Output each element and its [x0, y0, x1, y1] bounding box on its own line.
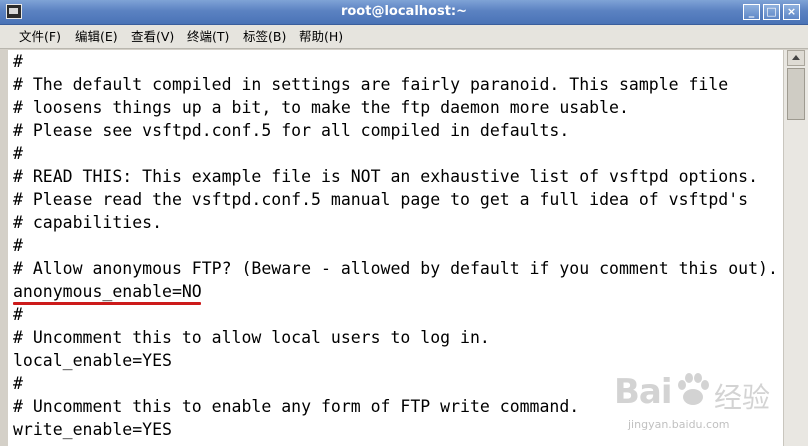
- menu-edit[interactable]: 编辑(E): [75, 28, 118, 46]
- watermark-logo-text: Bai: [614, 372, 673, 412]
- menu-tabs[interactable]: 标签(B): [243, 28, 286, 46]
- terminal-line: # loosens things up a bit, to make the f…: [13, 98, 629, 117]
- anonymous-enable-setting: anonymous_enable=NO: [13, 282, 202, 301]
- scroll-up-arrow-icon[interactable]: [787, 50, 805, 66]
- terminal-line: # Allow anonymous FTP? (Beware - allowed…: [13, 259, 778, 278]
- terminal-line: # The default compiled in settings are f…: [13, 75, 729, 94]
- paw-icon: [678, 373, 709, 405]
- terminal-window: root@localhost:~ _ □ × 文件(F) 编辑(E) 查看(V)…: [0, 0, 808, 446]
- menu-file[interactable]: 文件(F): [19, 28, 61, 46]
- maximize-icon: □: [766, 5, 777, 18]
- menu-bar: 文件(F) 编辑(E) 查看(V) 终端(T) 标签(B) 帮助(H): [0, 25, 808, 49]
- terminal-line: #: [13, 52, 23, 71]
- maximize-button[interactable]: □: [763, 4, 780, 20]
- window-title: root@localhost:~: [340, 4, 468, 19]
- title-bar[interactable]: root@localhost:~ _ □ ×: [0, 0, 808, 25]
- terminal-line: #: [13, 305, 23, 324]
- terminal-line: #: [13, 236, 23, 255]
- watermark-brand: 经验: [714, 381, 771, 414]
- minimize-button[interactable]: _: [743, 4, 760, 20]
- menu-help[interactable]: 帮助(H): [299, 28, 343, 46]
- menu-terminal[interactable]: 终端(T): [187, 28, 229, 46]
- baidu-watermark: Bai 经验 jingyan.baidu.com: [614, 370, 790, 440]
- menu-view[interactable]: 查看(V): [131, 28, 174, 46]
- scroll-thumb[interactable]: [787, 68, 805, 120]
- terminal-line: # Please read the vsftpd.conf.5 manual p…: [13, 190, 749, 209]
- highlighted-config-line: anonymous_enable=NO: [13, 280, 778, 305]
- close-button[interactable]: ×: [783, 4, 800, 20]
- terminal-line: # Uncomment this to allow local users to…: [13, 328, 490, 347]
- red-underline-annotation: [13, 302, 201, 305]
- terminal-line: # Please see vsftpd.conf.5 for all compi…: [13, 121, 570, 140]
- watermark-url: jingyan.baidu.com: [628, 418, 730, 431]
- terminal-line: # capabilities.: [13, 213, 163, 232]
- terminal-line: local_enable=YES: [13, 351, 172, 370]
- terminal-line: #: [13, 144, 23, 163]
- close-icon: ×: [786, 5, 797, 18]
- terminal-line: # READ THIS: This example file is NOT an…: [13, 167, 759, 186]
- minimize-icon: _: [748, 5, 755, 18]
